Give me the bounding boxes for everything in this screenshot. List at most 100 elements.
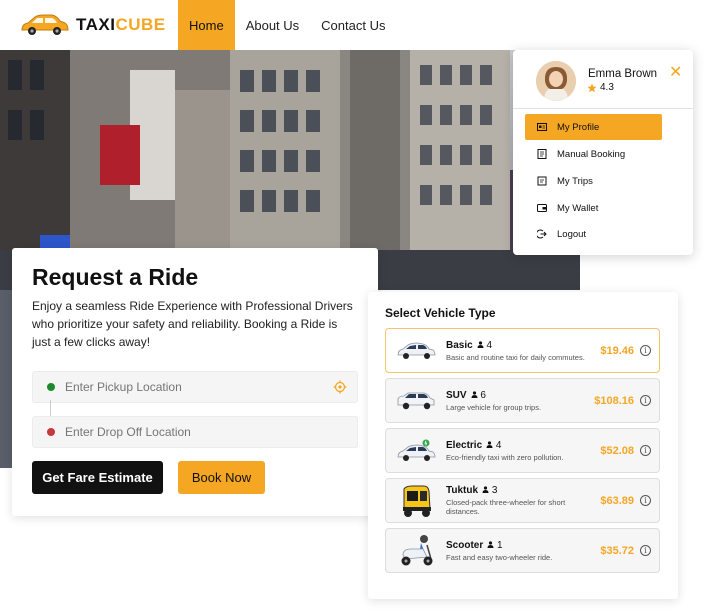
seat-count-value: 4 <box>486 339 493 351</box>
vehicle-panel-title: Select Vehicle Type <box>385 306 496 320</box>
ride-subtitle: Enjoy a seamless Ride Experience with Pr… <box>32 299 353 349</box>
vehicle-price: $108.16 <box>594 394 634 407</box>
seat-count-value: 4 <box>495 439 502 451</box>
info-icon[interactable]: i <box>640 395 651 406</box>
header: TAXICUBE Home About Us Contact Us <box>0 0 703 50</box>
vehicle-name: Tuktuk <box>446 485 479 496</box>
vehicle-name: Scooter <box>446 539 484 551</box>
star-icon <box>587 83 597 92</box>
brand-name: TAXICUBE <box>76 15 166 35</box>
dropoff-input[interactable] <box>65 425 315 439</box>
pickup-dot-icon <box>47 383 55 391</box>
dropoff-dot-icon <box>47 428 55 436</box>
vehicle-name: SUV <box>446 389 467 401</box>
vehicle-name-row: SUV 6 <box>446 390 594 401</box>
menu-manual-booking[interactable]: Manual Booking <box>525 141 662 167</box>
dropoff-field[interactable] <box>32 416 358 448</box>
seat-count: 4 <box>477 340 492 351</box>
menu-label: Manual Booking <box>557 148 626 160</box>
book-now-button[interactable]: Book Now <box>178 461 265 494</box>
menu-label: My Wallet <box>557 202 599 214</box>
locate-target-icon[interactable] <box>333 380 347 399</box>
electric-car-icon <box>394 433 438 469</box>
rating-value: 4.3 <box>600 82 614 93</box>
suv-icon <box>394 383 438 419</box>
vehicle-option-tuktuk[interactable]: Tuktuk 3 Closed-pack three-wheeler for s… <box>385 478 660 523</box>
request-ride-card: Request a Ride Enjoy a seamless Ride Exp… <box>12 248 378 516</box>
brand-name-part2: CUBE <box>115 15 166 34</box>
pickup-field[interactable] <box>32 371 358 403</box>
menu-label: My Profile <box>557 121 600 133</box>
brand-logo[interactable]: TAXICUBE <box>18 12 178 38</box>
vehicle-info: SUV 6 Large vehicle for group trips. <box>446 390 594 412</box>
menu-my-trips[interactable]: My Trips <box>525 168 662 194</box>
booking-icon <box>537 149 547 159</box>
vehicle-option-electric[interactable]: Electric 4 Eco-friendly taxi with zero p… <box>385 428 660 473</box>
avatar[interactable] <box>536 61 576 101</box>
seat-count-value: 3 <box>491 485 498 496</box>
seat-count: 6 <box>471 390 486 401</box>
seat-count: 3 <box>482 485 497 496</box>
main-nav: Home About Us Contact Us <box>178 0 396 50</box>
vehicle-description: Eco-friendly taxi with zero pollution. <box>446 452 564 462</box>
hero-image-lower <box>0 290 12 468</box>
info-icon[interactable]: i <box>640 545 651 556</box>
page: TAXICUBE Home About Us Contact Us Reques… <box>0 0 703 611</box>
seat-count: 4 <box>486 440 501 451</box>
vehicle-name-row: Scooter 1 <box>446 540 600 551</box>
vehicle-type-panel: Select Vehicle Type Basic 4 Basic and ro… <box>368 292 678 599</box>
vehicle-name-row: Basic 4 <box>446 340 600 351</box>
brand-name-part1: TAXI <box>76 15 116 34</box>
vehicle-name-row: Tuktuk 3 <box>446 485 600 496</box>
close-icon[interactable]: ✕ <box>669 62 682 82</box>
vehicle-description: Large vehicle for group trips. <box>446 402 542 412</box>
vehicle-price: $19.46 <box>600 344 634 357</box>
seat-count-value: 1 <box>497 539 503 551</box>
vehicle-option-suv[interactable]: SUV 6 Large vehicle for group trips. $10… <box>385 378 660 423</box>
scooter-icon <box>394 533 438 569</box>
vehicle-description: Closed-pack three-wheeler for short dist… <box>446 498 566 516</box>
vehicle-info: Basic 4 Basic and routine taxi for daily… <box>446 340 600 362</box>
menu-my-profile[interactable]: My Profile <box>525 114 662 140</box>
profile-name: Emma Brown <box>588 68 658 80</box>
seat-count-value: 6 <box>480 389 486 401</box>
profile-card-icon <box>537 123 547 131</box>
profile-dropdown: Emma Brown 4.3 ✕ My Profile Manual Booki… <box>513 50 693 255</box>
divider <box>513 108 693 109</box>
vehicle-price: $63.89 <box>600 494 634 507</box>
vehicle-option-scooter[interactable]: Scooter 1 Fast and easy two-wheeler ride… <box>385 528 660 573</box>
vehicle-name: Basic <box>446 339 473 351</box>
vehicle-option-basic[interactable]: Basic 4 Basic and routine taxi for daily… <box>385 328 660 373</box>
vehicle-description: Basic and routine taxi for daily commute… <box>446 352 585 362</box>
ride-title: Request a Ride <box>32 264 199 290</box>
logout-icon <box>537 229 547 239</box>
menu-my-wallet[interactable]: My Wallet <box>525 195 662 221</box>
menu-label: Logout <box>557 228 587 240</box>
nav-contact-us[interactable]: Contact Us <box>310 0 396 50</box>
sedan-icon <box>394 333 438 369</box>
info-icon[interactable]: i <box>640 345 651 356</box>
trips-icon <box>537 176 547 186</box>
person-icon <box>477 340 484 348</box>
menu-logout[interactable]: Logout <box>525 221 662 247</box>
person-icon <box>487 540 494 548</box>
vehicle-info: Tuktuk 3 Closed-pack three-wheeler for s… <box>446 485 600 516</box>
taxi-car-icon <box>21 14 69 35</box>
seat-count: 1 <box>487 539 503 551</box>
profile-rating: 4.3 <box>587 82 614 93</box>
wallet-icon <box>537 204 547 212</box>
get-fare-estimate-button[interactable]: Get Fare Estimate <box>32 461 163 494</box>
person-icon <box>486 440 493 448</box>
info-icon[interactable]: i <box>640 495 651 506</box>
person-icon <box>482 486 489 493</box>
vehicle-price: $35.72 <box>600 544 634 557</box>
info-icon[interactable]: i <box>640 445 651 456</box>
menu-label: My Trips <box>557 175 593 187</box>
nav-home[interactable]: Home <box>178 0 235 50</box>
vehicle-name-row: Electric 4 <box>446 440 600 451</box>
nav-about-us[interactable]: About Us <box>235 0 310 50</box>
vehicle-info: Scooter 1 Fast and easy two-wheeler ride… <box>446 540 600 562</box>
vehicle-name: Electric <box>446 439 483 451</box>
vehicle-info: Electric 4 Eco-friendly taxi with zero p… <box>446 440 600 462</box>
pickup-input[interactable] <box>65 380 315 394</box>
